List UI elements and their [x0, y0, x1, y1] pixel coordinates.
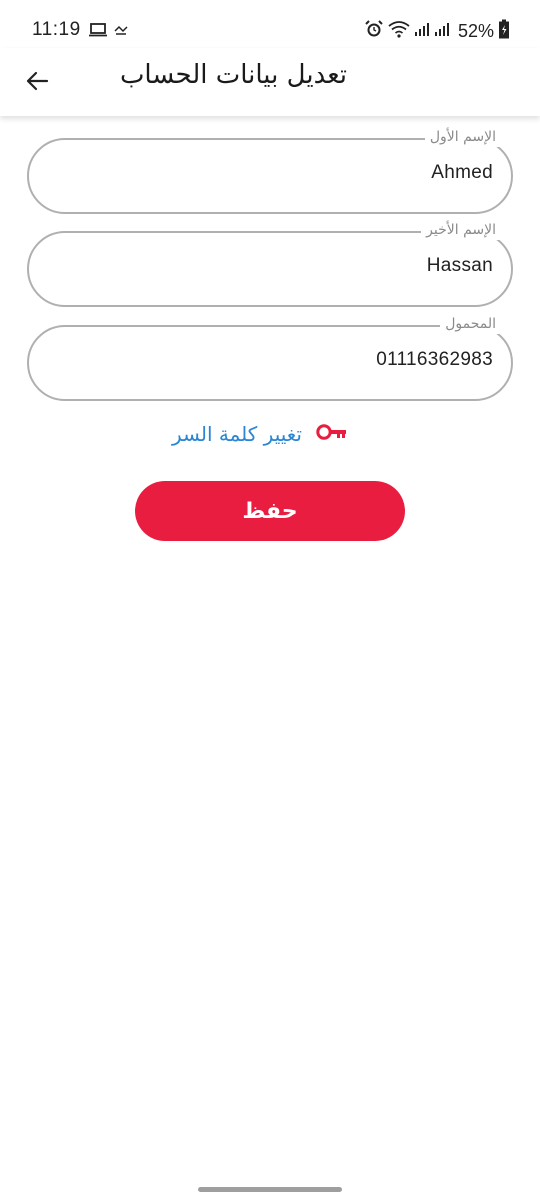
- save-button[interactable]: حفظ: [135, 481, 405, 541]
- status-right-group: 52%: [364, 19, 510, 44]
- battery-percent: 52%: [457, 21, 494, 41]
- app-bar: تعديل بيانات الحساب: [0, 48, 540, 116]
- last-name-field[interactable]: الإسم الأخير: [27, 220, 513, 307]
- back-arrow-icon[interactable]: [24, 68, 50, 94]
- alarm-icon: [364, 19, 384, 44]
- battery-icon: [498, 19, 510, 44]
- first-name-field[interactable]: الإسم الأول: [27, 127, 513, 214]
- mobile-input[interactable]: [73, 349, 493, 371]
- laptop-icon: [88, 22, 108, 43]
- signal-icon: [434, 21, 450, 42]
- last-name-input[interactable]: [73, 255, 493, 277]
- wifi-icon: [388, 20, 410, 43]
- home-indicator[interactable]: [198, 1187, 342, 1192]
- mobile-field[interactable]: المحمول: [27, 314, 513, 401]
- change-password-label[interactable]: تغيير كلمة السر: [172, 422, 302, 446]
- status-time: 11:19: [32, 19, 81, 40]
- page-title: تعديل بيانات الحساب: [119, 60, 347, 90]
- mobile-label: المحمول: [440, 314, 501, 334]
- first-name-label: الإسم الأول: [424, 127, 501, 147]
- first-name-input[interactable]: [73, 162, 493, 184]
- key-icon[interactable]: [316, 422, 348, 446]
- signal-icon: [414, 21, 430, 42]
- last-name-label: الإسم الأخير: [421, 220, 501, 240]
- change-password-link[interactable]: تغيير كلمة السر: [172, 422, 348, 446]
- notification-icon: [114, 24, 128, 42]
- edit-account-screen: 11:19 52% تعديل بيانات الحساب الإسم الأو…: [0, 0, 540, 1200]
